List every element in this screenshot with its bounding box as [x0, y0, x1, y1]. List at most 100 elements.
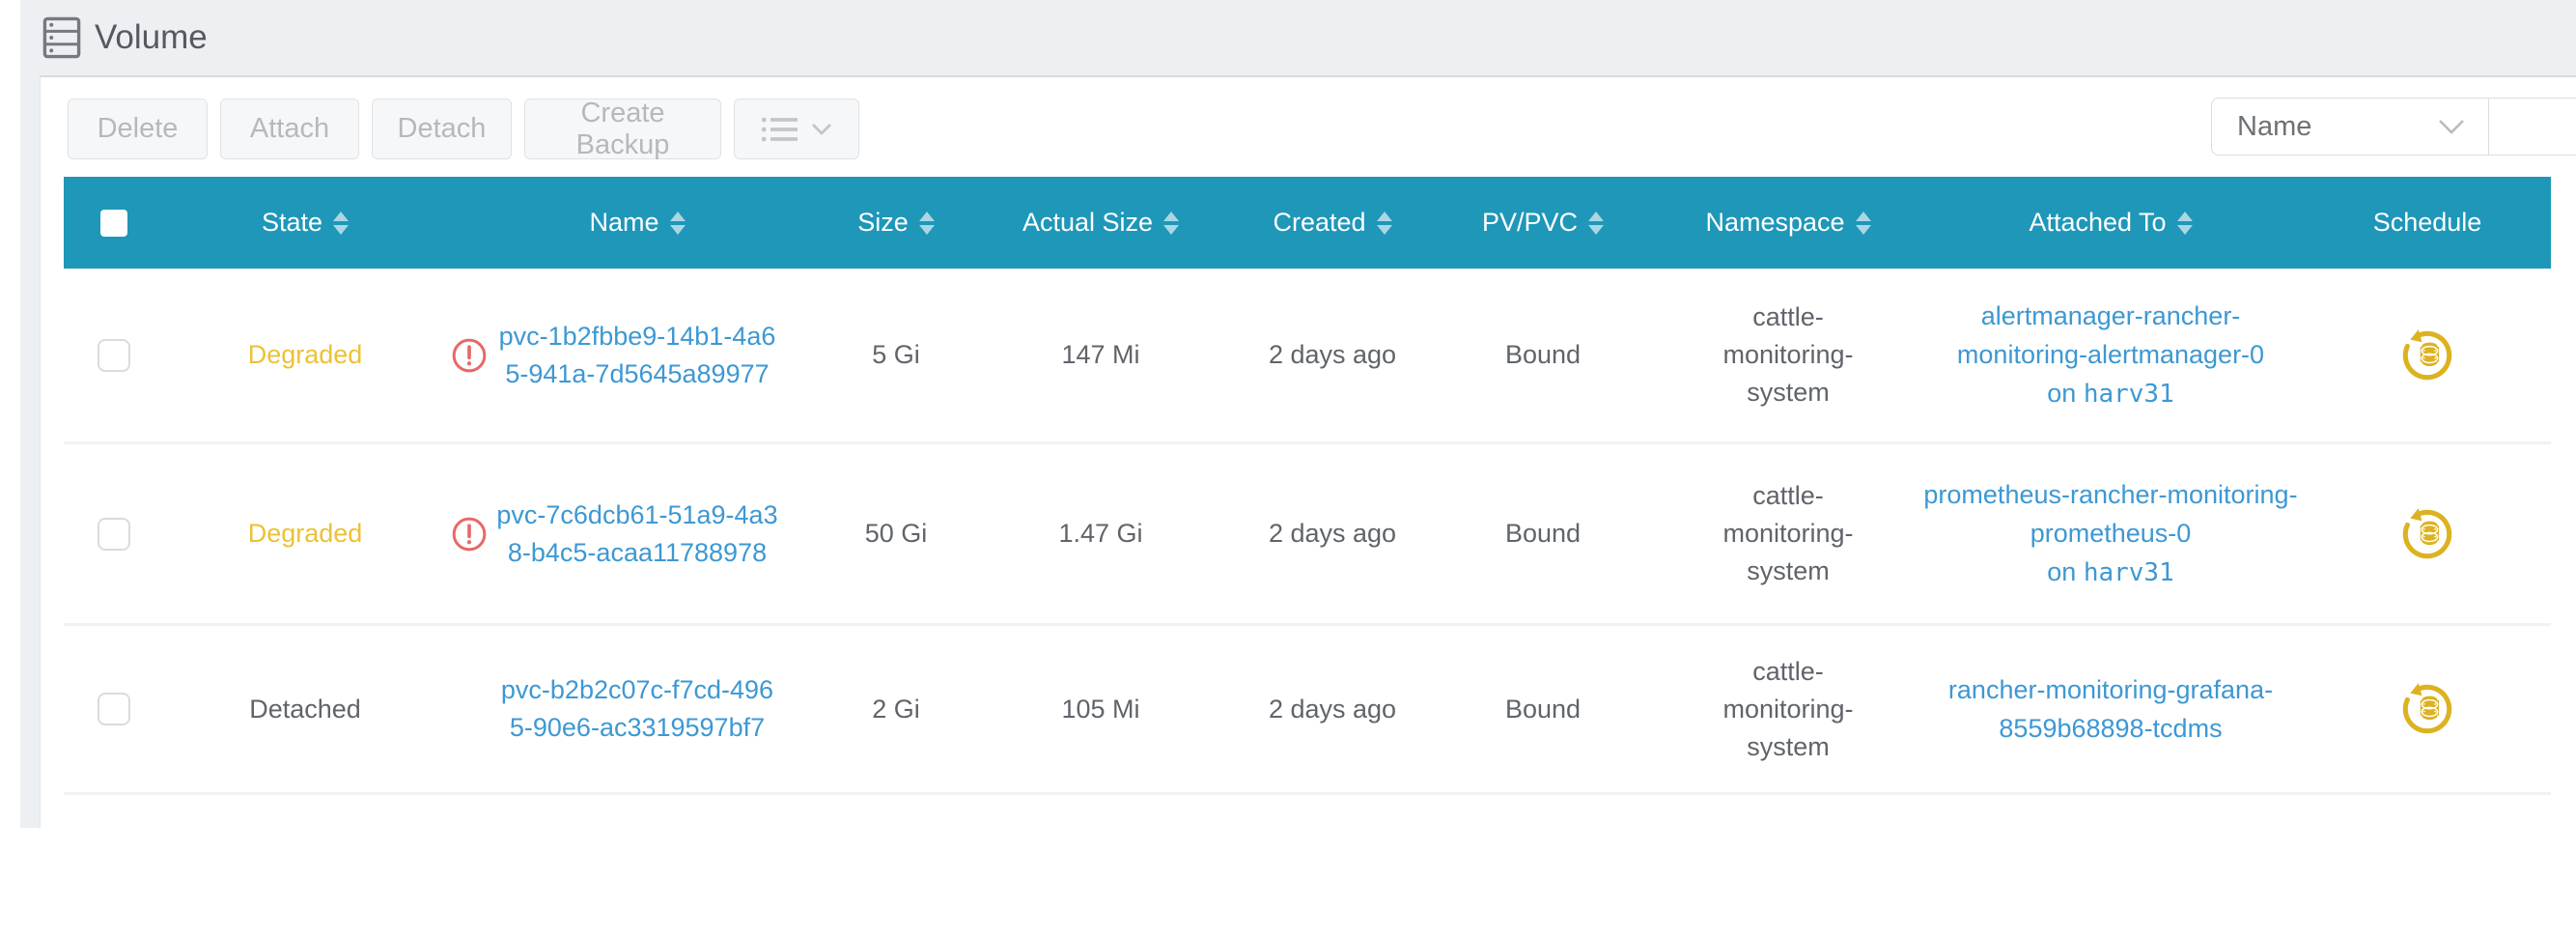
header-pv-pvc[interactable]: PV/PVC [1427, 208, 1659, 238]
created-cell: 2 days ago [1238, 336, 1427, 374]
attached-workload-link[interactable]: alertmanager-rancher-monitoring-alertman… [1957, 301, 2264, 369]
schedule-cell [2304, 327, 2551, 383]
filter-field-value: Name [2237, 111, 2311, 143]
sort-icon [2177, 212, 2193, 235]
volume-name-text: pvc-1b2fbbe9-14b1-4a65-941a-7d5645a89977 [499, 322, 776, 388]
page-title-text: Volume [95, 13, 208, 63]
header-created-label: Created [1273, 208, 1365, 238]
size-cell: 5 Gi [828, 336, 964, 374]
size-cell: 2 Gi [828, 691, 964, 728]
header-name[interactable]: Name [446, 208, 828, 238]
chevron-down-icon [2438, 119, 2465, 135]
header-attached-to-label: Attached To [2029, 208, 2166, 238]
bulk-actions-toolbar: Delete Attach Detach Create Backup [68, 99, 859, 159]
table-header-row: State Name Size Actual Size Created PV/P… [64, 177, 2551, 269]
on-label: on [2047, 557, 2076, 586]
sort-icon [670, 212, 686, 235]
page-left-gutter [20, 75, 40, 828]
volume-name-text: pvc-b2b2c07c-f7cd-4965-90e6-ac3319597bf7 [501, 675, 773, 742]
recurring-backup-icon[interactable] [2399, 681, 2455, 737]
created-cell: 2 days ago [1238, 691, 1427, 728]
namespace-cell: cattle-monitoring-system [1659, 298, 1918, 412]
more-actions-button[interactable] [734, 99, 859, 159]
schedule-cell [2304, 506, 2551, 562]
row-select-cell [64, 339, 164, 372]
row-checkbox[interactable] [98, 339, 130, 372]
pv-pvc-cell: Bound [1427, 691, 1659, 728]
name-cell: pvc-1b2fbbe9-14b1-4a65-941a-7d5645a89977 [446, 318, 828, 393]
header-attached-to[interactable]: Attached To [1918, 208, 2304, 238]
select-all-checkbox[interactable] [100, 210, 127, 237]
sort-icon [919, 212, 935, 235]
sort-icon [1163, 212, 1179, 235]
volume-name-link[interactable]: pvc-1b2fbbe9-14b1-4a65-941a-7d5645a89977 [495, 318, 780, 393]
volume-name-link[interactable]: pvc-b2b2c07c-f7cd-4965-90e6-ac3319597bf7 [495, 671, 780, 747]
header-pv-pvc-label: PV/PVC [1482, 208, 1578, 238]
pv-pvc-cell: Bound [1427, 515, 1659, 553]
attached-host: harv31 [2084, 380, 2174, 409]
recurring-backup-icon[interactable] [2399, 506, 2455, 562]
page-title: Volume [42, 13, 208, 63]
row-select-cell [64, 693, 164, 725]
actual-size-cell: 105 Mi [964, 691, 1238, 728]
header-actual-size-label: Actual Size [1022, 208, 1153, 238]
recurring-backup-icon[interactable] [2399, 327, 2455, 383]
row-checkbox[interactable] [98, 518, 130, 551]
sort-icon [1377, 212, 1392, 235]
attached-workload-highlight: rancher-monitoring-grafana-8559b68898-tc… [1918, 670, 2304, 748]
header-select-all[interactable] [64, 210, 164, 237]
header-created[interactable]: Created [1238, 208, 1427, 238]
volume-name-link[interactable]: pvc-7c6dcb61-51a9-4a38-b4c5-acaa11788978 [495, 497, 780, 572]
state-badge: Detached [164, 691, 446, 728]
attached-to-cell: rancher-monitoring-grafana-8559b68898-tc… [1918, 670, 2304, 748]
attached-to-cell: alertmanager-rancher-monitoring-alertman… [1918, 297, 2304, 413]
actual-size-cell: 147 Mi [964, 336, 1238, 374]
table-row: Detached pvc-b2b2c07c-f7cd-4965-90e6-ac3… [64, 626, 2551, 795]
actual-size-cell: 1.47 Gi [964, 515, 1238, 553]
page-header-band [20, 0, 2576, 75]
header-schedule: Schedule [2304, 208, 2551, 238]
volume-table: State Name Size Actual Size Created PV/P… [64, 177, 2551, 795]
table-row: Degraded pvc-7c6dcb61-51a9-4a38-b4c5-aca… [64, 444, 2551, 626]
namespace-text: cattle-monitoring-system [1704, 653, 1873, 766]
volume-name-text: pvc-7c6dcb61-51a9-4a38-b4c5-acaa11788978 [496, 500, 777, 567]
delete-button[interactable]: Delete [68, 99, 208, 159]
sort-icon [1588, 212, 1604, 235]
sort-icon [333, 212, 349, 235]
namespace-text: cattle-monitoring-system [1704, 477, 1873, 590]
schedule-cell [2304, 681, 2551, 737]
list-icon [761, 116, 799, 143]
filter-group: Name [2211, 98, 2576, 156]
chevron-down-icon [811, 123, 832, 136]
header-state-label: State [262, 208, 322, 238]
state-badge: Degraded [164, 515, 446, 553]
search-input[interactable] [2489, 99, 2576, 155]
volume-icon [42, 16, 81, 59]
table-row: Degraded pvc-1b2fbbe9-14b1-4a65-941a-7d5… [64, 269, 2551, 444]
row-select-cell [64, 518, 164, 551]
header-actual-size[interactable]: Actual Size [964, 208, 1238, 238]
attach-button[interactable]: Attach [220, 99, 359, 159]
warning-icon [451, 516, 488, 553]
filter-field-select[interactable]: Name [2212, 99, 2489, 155]
detach-button[interactable]: Detach [372, 99, 512, 159]
row-checkbox[interactable] [98, 693, 130, 725]
create-backup-button[interactable]: Create Backup [524, 99, 721, 159]
on-label: on [2047, 379, 2076, 408]
header-size-label: Size [857, 208, 909, 238]
header-namespace-label: Namespace [1705, 208, 1844, 238]
warning-icon [451, 337, 488, 374]
name-cell: pvc-b2b2c07c-f7cd-4965-90e6-ac3319597bf7 [446, 671, 828, 747]
name-cell: pvc-7c6dcb61-51a9-4a38-b4c5-acaa11788978 [446, 497, 828, 572]
sort-icon [1856, 212, 1871, 235]
pv-pvc-cell: Bound [1427, 336, 1659, 374]
header-name-label: Name [589, 208, 658, 238]
attached-workload-link[interactable]: prometheus-rancher-monitoring-prometheus… [1923, 480, 2297, 548]
attached-workload-link[interactable]: rancher-monitoring-grafana-8559b68898-tc… [1948, 675, 2273, 743]
namespace-cell: cattle-monitoring-system [1659, 653, 1918, 766]
volume-page: Volume Delete Attach Detach Create Backu… [0, 0, 2576, 937]
header-size[interactable]: Size [828, 208, 964, 238]
state-badge: Degraded [164, 336, 446, 374]
header-namespace[interactable]: Namespace [1659, 208, 1918, 238]
header-state[interactable]: State [164, 208, 446, 238]
